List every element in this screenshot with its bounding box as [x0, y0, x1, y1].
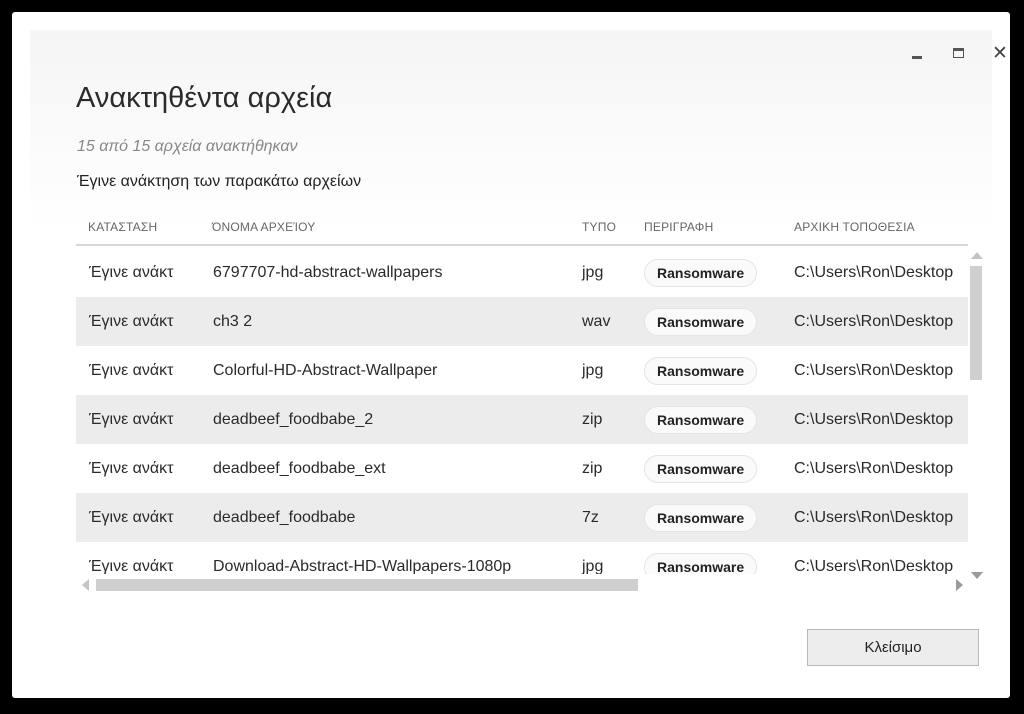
table-body: Έγινε ανάκτ 6797707-hd-abstract-wallpape… — [76, 248, 968, 574]
table-row[interactable]: Έγινε ανάκτ Download-Abstract-HD-Wallpap… — [76, 542, 968, 574]
row-description: Ransomware — [632, 307, 782, 336]
row-description: Ransomware — [632, 503, 782, 532]
column-header-type[interactable]: ΤΥΠΟ — [570, 218, 632, 244]
close-icon[interactable]: ✕ — [986, 43, 1010, 64]
scroll-left-arrow-icon[interactable] — [82, 579, 89, 591]
row-status: Έγινε ανάκτ — [89, 508, 174, 526]
close-button[interactable]: Κλείσιμο — [807, 629, 979, 666]
row-status: Έγινε ανάκτ — [89, 459, 174, 477]
vertical-scroll-thumb[interactable] — [970, 266, 982, 380]
row-file-name: Download-Abstract-HD-Wallpapers-1080p — [213, 557, 512, 575]
row-location: C:\Users\Ron\Desktop — [794, 508, 954, 526]
row-description: Ransomware — [632, 356, 782, 385]
row-status: Έγινε ανάκτ — [89, 557, 174, 575]
description-badge: Ransomware — [644, 503, 758, 532]
description-badge: Ransomware — [644, 356, 758, 385]
row-file-name: deadbeef_foodbabe_ext — [213, 459, 386, 477]
table-header: ΚΑΤΑΣΤΑΣΗ ΌΝΟΜΑ ΑΡΧΕΊΟΥ ΤΥΠΟ ΠΕΡΙΓΡΑΦΗ Α… — [76, 218, 968, 246]
row-status: Έγινε ανάκτ — [89, 410, 174, 428]
table-row[interactable]: Έγινε ανάκτ deadbeef_foodbabe_2 zip Rans… — [76, 395, 968, 444]
horizontal-scrollbar[interactable] — [82, 578, 964, 592]
scroll-down-arrow-icon[interactable] — [971, 572, 983, 579]
horizontal-scroll-thumb[interactable] — [96, 579, 638, 591]
description-badge: Ransomware — [644, 454, 758, 483]
row-location: C:\Users\Ron\Desktop — [794, 312, 954, 330]
dialog-title: Ανακτηθέντα αρχεία — [76, 82, 333, 114]
row-file-type: zip — [582, 459, 603, 477]
row-description: Ransomware — [632, 258, 782, 287]
row-file-type: jpg — [582, 557, 604, 575]
row-file-name: deadbeef_foodbabe_2 — [213, 410, 374, 428]
row-file-type: jpg — [582, 263, 604, 281]
row-file-name: ch3 2 — [213, 312, 253, 330]
scroll-right-arrow-icon[interactable] — [956, 579, 963, 591]
column-header-name[interactable]: ΌΝΟΜΑ ΑΡΧΕΊΟΥ — [200, 218, 570, 244]
description-badge: Ransomware — [644, 405, 758, 434]
row-location: C:\Users\Ron\Desktop — [794, 361, 954, 379]
recovery-summary: 15 από 15 αρχεία ανακτήθηκαν — [77, 138, 298, 155]
row-status: Έγινε ανάκτ — [89, 361, 174, 379]
row-status: Έγινε ανάκτ — [89, 312, 174, 330]
row-file-type: wav — [582, 312, 611, 330]
description-badge: Ransomware — [644, 552, 758, 574]
minimize-icon[interactable] — [903, 43, 931, 63]
column-header-description[interactable]: ΠΕΡΙΓΡΑΦΗ — [632, 218, 782, 244]
row-location: C:\Users\Ron\Desktop — [794, 410, 954, 428]
description-badge: Ransomware — [644, 258, 758, 287]
recovered-files-dialog: ✕ Ανακτηθέντα αρχεία 15 από 15 αρχεία αν… — [12, 12, 1010, 698]
row-file-type: zip — [582, 410, 603, 428]
row-description: Ransomware — [632, 454, 782, 483]
row-file-type: jpg — [582, 361, 604, 379]
recovery-heading: Έγινε ανάκτηση των παρακάτω αρχείων — [77, 173, 362, 190]
description-badge: Ransomware — [644, 307, 758, 336]
table-row[interactable]: Έγινε ανάκτ ch3 2 wav Ransomware C:\User… — [76, 297, 968, 346]
row-file-type: 7z — [582, 508, 599, 526]
row-file-name: 6797707-hd-abstract-wallpapers — [213, 263, 443, 281]
dialog-client-area: ✕ Ανακτηθέντα αρχεία 15 από 15 αρχεία αν… — [30, 30, 1008, 686]
row-description: Ransomware — [632, 552, 782, 574]
scroll-up-arrow-icon[interactable] — [971, 252, 983, 259]
table-row[interactable]: Έγινε ανάκτ deadbeef_foodbabe 7z Ransomw… — [76, 493, 968, 542]
column-header-location[interactable]: ΑΡΧΙΚΗ ΤΟΠΟΘΕΣΙΑ — [782, 218, 968, 244]
table-row[interactable]: Έγινε ανάκτ deadbeef_foodbabe_ext zip Ra… — [76, 444, 968, 493]
vertical-scrollbar[interactable] — [969, 252, 983, 582]
table-row[interactable]: Έγινε ανάκτ Colorful-HD-Abstract-Wallpap… — [76, 346, 968, 395]
row-description: Ransomware — [632, 405, 782, 434]
column-header-status[interactable]: ΚΑΤΑΣΤΑΣΗ — [76, 218, 200, 244]
maximize-icon[interactable] — [944, 43, 972, 63]
row-location: C:\Users\Ron\Desktop — [794, 557, 954, 575]
table-row[interactable]: Έγινε ανάκτ 6797707-hd-abstract-wallpape… — [76, 248, 968, 297]
row-file-name: Colorful-HD-Abstract-Wallpaper — [213, 361, 438, 379]
row-file-name: deadbeef_foodbabe — [213, 508, 356, 526]
row-status: Έγινε ανάκτ — [89, 263, 174, 281]
row-location: C:\Users\Ron\Desktop — [794, 263, 954, 281]
row-location: C:\Users\Ron\Desktop — [794, 459, 954, 477]
